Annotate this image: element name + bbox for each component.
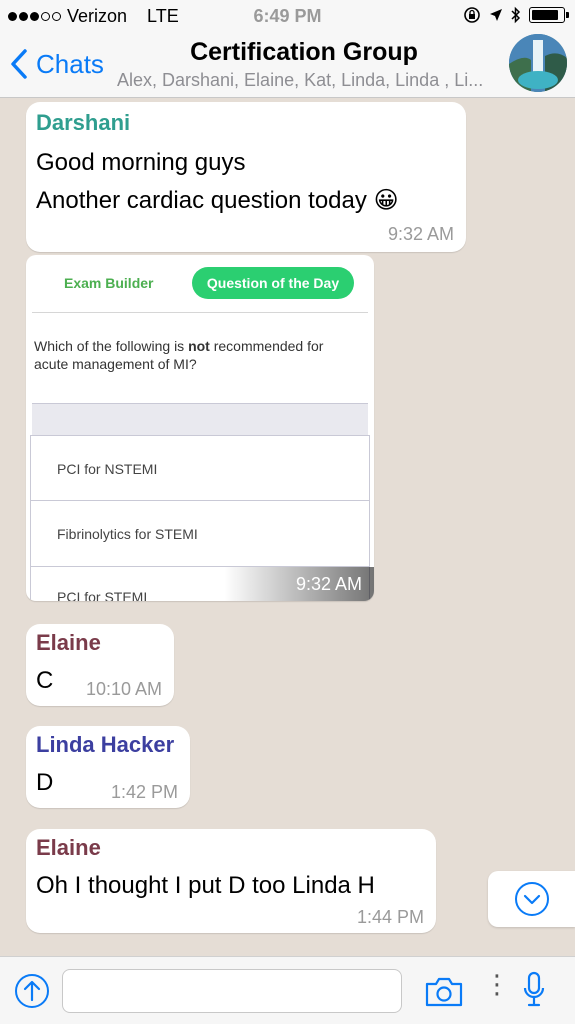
more-options-icon[interactable]: ⋮ [484, 971, 510, 997]
message-sender: Elaine [36, 630, 101, 655]
answer-option: Fibrinolytics for STEMI [30, 501, 370, 567]
status-bar: Verizon LTE 6:49 PM [0, 0, 575, 34]
question-text: Which of the following is [34, 338, 189, 354]
arrow-up-circle-icon [15, 974, 49, 1008]
grinning-face-icon: 😀 [373, 187, 399, 214]
message-bubble[interactable]: Darshani Good morning guys Another cardi… [26, 102, 466, 252]
back-label: Chats [36, 48, 104, 79]
answer-header [32, 403, 368, 435]
scroll-to-bottom-button[interactable] [488, 871, 575, 927]
microphone-icon [523, 971, 545, 1007]
composer-bar: ⋮ [0, 956, 575, 1024]
image-message[interactable]: Exam Builder Question of the Day Which o… [26, 255, 374, 601]
back-button[interactable]: Chats [10, 48, 104, 80]
camera-button[interactable] [424, 977, 464, 1012]
message-list[interactable]: Darshani Good morning guys Another cardi… [0, 99, 575, 956]
divider [32, 312, 368, 313]
location-icon [490, 9, 502, 21]
message-bubble[interactable]: Elaine Oh I thought I put D too Linda H … [26, 829, 436, 933]
message-text: C [36, 667, 54, 694]
chevron-left-icon [11, 49, 27, 79]
chat-title[interactable]: Certification Group [118, 38, 490, 67]
question-of-the-day-tab: Question of the Day [192, 267, 354, 299]
message-time: 1:44 PM [356, 907, 424, 927]
message-line: Another cardiac question today 😀 [36, 182, 399, 220]
message-sender: Darshani [36, 110, 131, 135]
attach-button[interactable] [14, 973, 50, 1009]
waterfall-photo [509, 34, 567, 92]
battery-icon [529, 7, 569, 23]
message-text: D [36, 769, 54, 796]
group-avatar[interactable] [509, 34, 567, 92]
message-sender: Linda Hacker [36, 732, 175, 757]
chat-participants[interactable]: Alex, Darshani, Elaine, Kat, Linda, Lind… [117, 70, 505, 91]
camera-icon [425, 977, 463, 1007]
message-time: 10:10 AM [85, 679, 162, 699]
chevron-down-circle-icon [514, 882, 549, 916]
message-text: Good morning guys Another cardiac questi… [36, 144, 399, 220]
message-bubble[interactable]: Linda Hacker D 1:42 PM [26, 726, 190, 808]
message-input[interactable] [62, 969, 402, 1013]
answer-option: PCI for NSTEMI [30, 435, 370, 501]
exam-builder-tab: Exam Builder [64, 275, 154, 291]
message-time: 9:32 AM [387, 224, 454, 244]
quiz-question: Which of the following is not recommende… [34, 337, 360, 373]
message-time: 1:42 PM [110, 782, 178, 802]
orientation-lock-icon [464, 7, 480, 23]
bluetooth-icon [511, 6, 521, 24]
message-bubble[interactable]: Elaine C 10:10 AM [26, 624, 174, 706]
message-line-text: Another cardiac question today [36, 187, 367, 214]
message-sender: Elaine [36, 835, 101, 860]
message-time: 9:32 AM [224, 567, 374, 601]
chat-header: Chats Certification Group Alex, Darshani… [0, 34, 575, 98]
message-text: Oh I thought I put D too Linda H [36, 872, 375, 899]
voice-record-button[interactable] [522, 971, 546, 1014]
message-line: Good morning guys [36, 149, 246, 176]
status-right [463, 6, 569, 24]
question-emphasis: not [188, 338, 210, 354]
